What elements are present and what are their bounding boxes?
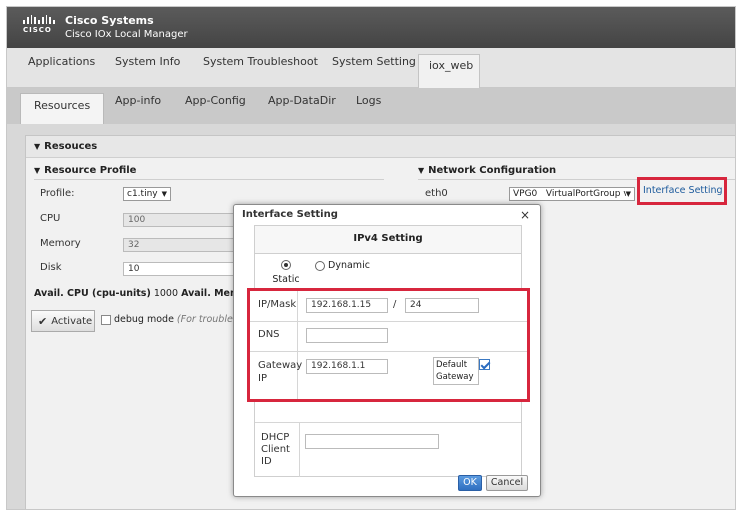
- resource-profile-title: Resource Profile: [44, 165, 137, 176]
- activate-label: Activate: [51, 315, 93, 327]
- cpu-field[interactable]: 100: [123, 213, 243, 227]
- logo-wordmark: CISCO: [23, 26, 52, 34]
- dynamic-radio[interactable]: [315, 260, 325, 271]
- debug-mode-label: debug mode: [114, 314, 174, 325]
- interface-setting-link[interactable]: Interface Setting: [640, 180, 724, 202]
- disk-label: Disk: [40, 262, 62, 273]
- tab-app-datadir[interactable]: App-DataDir: [268, 88, 336, 124]
- static-radio[interactable]: [281, 260, 291, 270]
- dhcp-client-id-label: DHCP Client ID: [261, 432, 290, 468]
- gateway-ip-input[interactable]: 192.168.1.1: [306, 359, 388, 374]
- dynamic-label: Dynamic: [328, 260, 370, 271]
- mask-separator: /: [393, 299, 397, 310]
- dhcp-label-line-2: Client: [261, 444, 290, 455]
- sub-nav: Resources App-info App-Config App-DataDi…: [7, 88, 735, 124]
- avail-cpu-label: Avail. CPU (cpu-units): [34, 288, 151, 299]
- activate-button[interactable]: ✔ Activate: [31, 310, 95, 332]
- dns-label: DNS: [258, 329, 280, 340]
- brand-subtitle: Cisco IOx Local Manager: [65, 29, 188, 40]
- ipv4-setting-title: IPv4 Setting: [255, 226, 521, 254]
- interface-name: eth0: [425, 188, 448, 199]
- tab-system-troubleshoot[interactable]: System Troubleshoot: [203, 48, 318, 88]
- default-gateway-box: Default Gateway: [433, 357, 479, 385]
- static-label: Static: [272, 274, 300, 285]
- memory-label: Memory: [40, 238, 81, 249]
- divider: [250, 351, 527, 352]
- profile-select[interactable]: c1.tiny ▼: [123, 187, 171, 201]
- gateway-label-line-1: Gateway: [258, 360, 303, 371]
- dhcp-label-line-1: DHCP: [261, 432, 290, 443]
- tab-applications[interactable]: Applications: [28, 48, 95, 88]
- cancel-button[interactable]: Cancel: [486, 475, 528, 491]
- tab-app-config[interactable]: App-Config: [185, 88, 246, 124]
- cisco-logo: CISCO: [23, 15, 56, 34]
- dhcp-client-id-input[interactable]: [305, 434, 439, 449]
- mask-input[interactable]: 24: [405, 298, 479, 313]
- cpu-label: CPU: [40, 213, 61, 224]
- tab-app-info[interactable]: App-info: [115, 88, 161, 124]
- collapse-triangle-icon: ▼: [418, 166, 425, 175]
- network-select-value: VPG0 VirtualPortGroup vi: [513, 189, 632, 199]
- app-header: CISCO Cisco Systems Cisco IOx Local Mana…: [7, 7, 735, 48]
- cisco-bars-icon: [23, 15, 56, 24]
- resource-profile-header[interactable]: ▼ Resource Profile: [34, 162, 384, 180]
- ip-mask-label: IP/Mask: [258, 299, 297, 310]
- ip-address-input[interactable]: 192.168.1.15: [306, 298, 388, 313]
- memory-field[interactable]: 32: [123, 238, 243, 252]
- gateway-label-line-2: IP: [258, 373, 267, 384]
- static-option[interactable]: Static: [271, 260, 301, 285]
- static-ip-highlight: IP/Mask 192.168.1.15 / 24 DNS Gateway IP…: [247, 288, 530, 402]
- default-gateway-label-line-1: Default: [436, 360, 468, 370]
- interface-setting-highlight: Interface Setting: [637, 177, 727, 205]
- tab-system-info[interactable]: System Info: [115, 48, 180, 88]
- panel-title: Resouces: [44, 141, 98, 152]
- gateway-ip-label: Gateway IP: [258, 359, 302, 385]
- dns-input[interactable]: [306, 328, 388, 343]
- availability-line: Avail. CPU (cpu-units) 1000 Avail. Memo: [34, 288, 246, 299]
- default-gateway-label-line-2: Gateway: [436, 372, 474, 382]
- dropdown-arrow-icon: ▼: [161, 190, 167, 198]
- avail-cpu-value: 1000: [153, 288, 179, 299]
- debug-mode-checkbox[interactable]: [101, 314, 111, 325]
- dialog-title: Interface Setting: [242, 209, 338, 220]
- checkmark-icon: ✔: [38, 314, 48, 328]
- collapse-triangle-icon: ▼: [34, 166, 41, 175]
- panel-header[interactable]: ▼ Resouces: [26, 136, 735, 158]
- default-gateway-checkbox[interactable]: [479, 359, 490, 370]
- profile-select-value: c1.tiny: [127, 189, 158, 199]
- main-nav: Applications System Info System Troubles…: [7, 48, 735, 88]
- brand: Cisco Systems Cisco IOx Local Manager: [65, 14, 188, 40]
- app-window: CISCO Cisco Systems Cisco IOx Local Mana…: [6, 6, 736, 510]
- divider: [255, 422, 521, 423]
- disk-field[interactable]: 10: [123, 262, 243, 276]
- dropdown-arrow-icon: ▼: [625, 188, 631, 200]
- tab-iox-web[interactable]: iox_web: [418, 54, 480, 88]
- close-icon[interactable]: ×: [520, 208, 530, 222]
- ok-button[interactable]: OK: [458, 475, 482, 491]
- tab-system-setting[interactable]: System Setting: [332, 48, 416, 88]
- network-configuration-title: Network Configuration: [428, 165, 557, 176]
- dhcp-label-line-3: ID: [261, 456, 272, 467]
- brand-title: Cisco Systems: [65, 14, 154, 27]
- network-select[interactable]: VPG0 VirtualPortGroup vi ▼: [509, 187, 635, 201]
- collapse-triangle-icon: ▼: [34, 142, 41, 151]
- tab-resources[interactable]: Resources: [20, 93, 105, 124]
- dynamic-option[interactable]: Dynamic: [315, 260, 370, 271]
- profile-label: Profile:: [40, 188, 75, 199]
- divider: [299, 422, 300, 477]
- tab-logs[interactable]: Logs: [356, 88, 381, 124]
- divider: [250, 321, 527, 322]
